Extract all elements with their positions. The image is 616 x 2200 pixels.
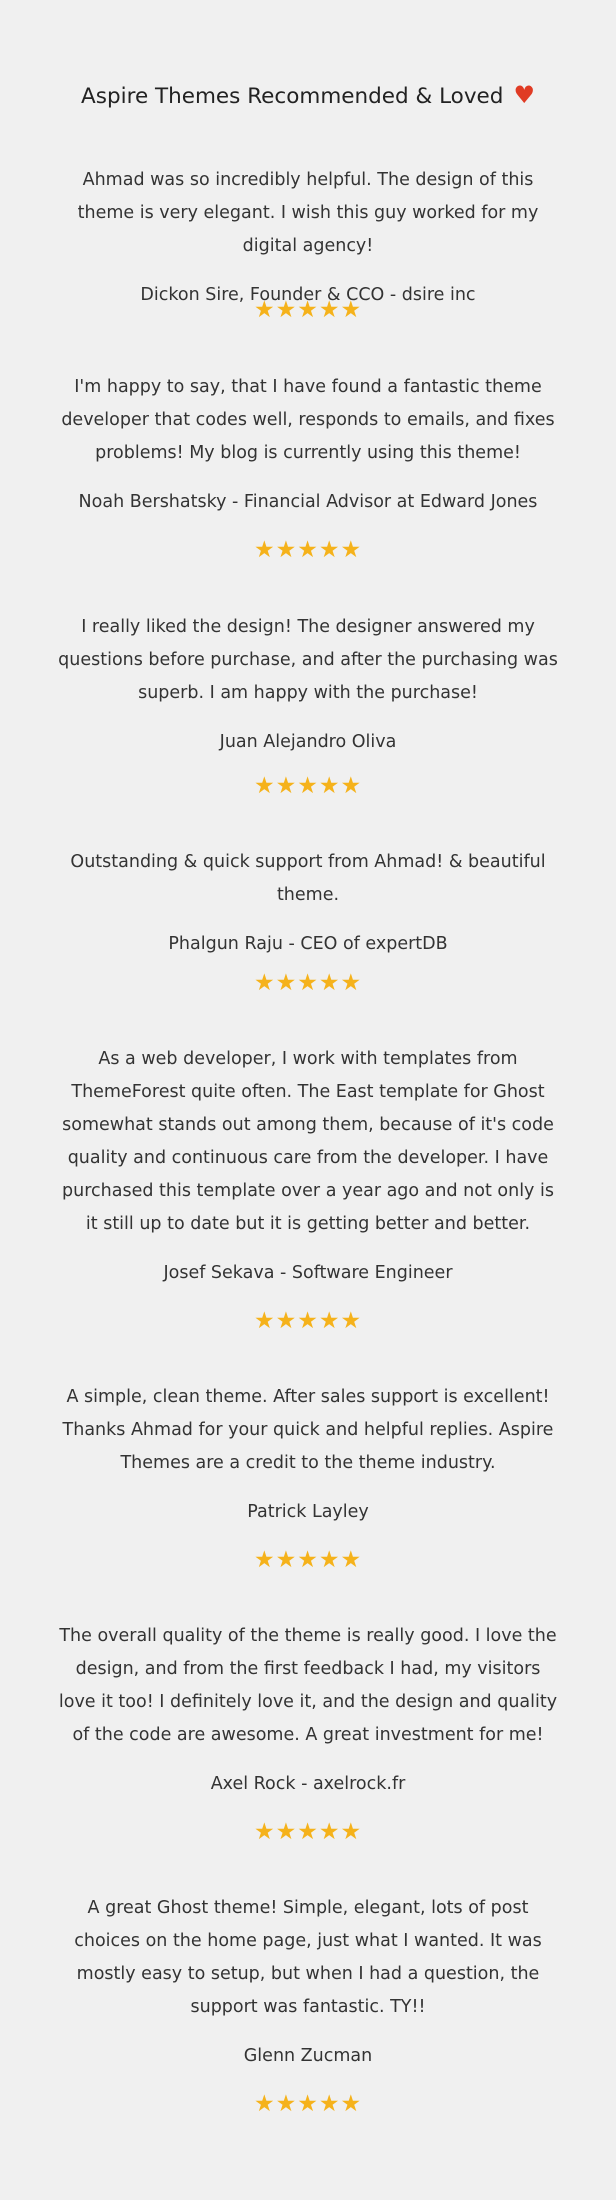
review-card: Ahmad was so incredibly helpful. The des…	[58, 164, 558, 312]
star-rating: ★★★★★	[0, 297, 616, 323]
star-icon: ★	[253, 1819, 276, 1845]
review-quote: The overall quality of the theme is real…	[58, 1626, 558, 1745]
star-icon: ★	[275, 773, 298, 799]
star-icon: ★	[253, 297, 276, 323]
star-icon: ★	[318, 1308, 341, 1334]
star-icon: ★	[340, 1547, 363, 1573]
star-icon: ★	[297, 297, 319, 323]
star-icon: ★	[297, 537, 319, 563]
star-icon: ★	[318, 537, 341, 563]
star-icon: ★	[297, 2091, 319, 2117]
review-quote: As a web developer, I work with template…	[62, 1049, 554, 1234]
star-icon: ★	[340, 970, 363, 996]
star-icon: ★	[318, 773, 341, 799]
star-rating: ★★★★★	[0, 537, 616, 563]
star-icon: ★	[253, 2091, 276, 2117]
review-quote: Ahmad was so incredibly helpful. The des…	[77, 170, 539, 256]
testimonials-page: Aspire Themes Recommended & Loved ♥ Ahmad…	[0, 0, 616, 2200]
review-quote: I'm happy to say, that I have found a fa…	[61, 377, 555, 463]
star-icon: ★	[318, 970, 341, 996]
star-icon: ★	[275, 537, 298, 563]
section-heading: Aspire Themes Recommended & Loved ♥	[0, 80, 616, 112]
star-icon: ★	[275, 297, 298, 323]
review-quote: I really liked the design! The designer …	[58, 617, 558, 703]
star-icon: ★	[297, 773, 319, 799]
review-card: I really liked the design! The designer …	[58, 611, 558, 759]
star-icon: ★	[340, 537, 363, 563]
review-author: Patrick Layley	[247, 1502, 369, 1522]
review-quote: A simple, clean theme. After sales suppo…	[62, 1387, 554, 1473]
star-icon: ★	[340, 2091, 363, 2117]
star-rating: ★★★★★	[0, 2091, 616, 2117]
review-author: Juan Alejandro Oliva	[219, 732, 397, 752]
heart-icon: ♥	[513, 81, 535, 109]
heading-title: Aspire Themes Recommended & Loved	[81, 84, 504, 109]
star-rating: ★★★★★	[0, 970, 616, 996]
star-rating: ★★★★★	[0, 1819, 616, 1845]
star-icon: ★	[297, 1308, 319, 1334]
star-rating: ★★★★★	[0, 773, 616, 799]
star-icon: ★	[275, 1308, 298, 1334]
review-author: Noah Bershatsky - Financial Advisor at E…	[78, 492, 538, 512]
review-card: A simple, clean theme. After sales suppo…	[58, 1381, 558, 1529]
review-author: Josef Sekava - Software Engineer	[163, 1263, 453, 1283]
review-card: I'm happy to say, that I have found a fa…	[58, 371, 558, 519]
review-card: A great Ghost theme! Simple, elegant, lo…	[58, 1892, 558, 2073]
review-author: Glenn Zucman	[243, 2046, 373, 2066]
star-icon: ★	[340, 1308, 363, 1334]
star-icon: ★	[297, 1819, 319, 1845]
star-icon: ★	[318, 2091, 341, 2117]
star-icon: ★	[275, 2091, 298, 2117]
star-icon: ★	[318, 1547, 341, 1573]
review-author: Axel Rock - axelrock.fr	[210, 1774, 406, 1794]
star-icon: ★	[340, 1819, 363, 1845]
review-author: Phalgun Raju - CEO of expertDB	[168, 934, 448, 954]
star-icon: ★	[297, 1547, 319, 1573]
star-icon: ★	[297, 970, 319, 996]
star-icon: ★	[318, 297, 341, 323]
star-icon: ★	[340, 773, 363, 799]
star-icon: ★	[253, 1547, 276, 1573]
star-icon: ★	[275, 970, 298, 996]
star-icon: ★	[253, 537, 276, 563]
star-icon: ★	[253, 970, 276, 996]
star-rating: ★★★★★	[0, 1308, 616, 1334]
review-quote: Outstanding & quick support from Ahmad! …	[70, 852, 546, 905]
review-card: The overall quality of the theme is real…	[58, 1620, 558, 1801]
star-icon: ★	[253, 773, 276, 799]
star-icon: ★	[275, 1547, 298, 1573]
star-icon: ★	[253, 1308, 276, 1334]
review-quote: A great Ghost theme! Simple, elegant, lo…	[74, 1898, 542, 2017]
star-icon: ★	[318, 1819, 341, 1845]
review-card: Outstanding & quick support from Ahmad! …	[58, 846, 558, 961]
star-icon: ★	[340, 297, 363, 323]
star-rating: ★★★★★	[0, 1547, 616, 1573]
star-icon: ★	[275, 1819, 298, 1845]
review-card: As a web developer, I work with template…	[58, 1043, 558, 1290]
